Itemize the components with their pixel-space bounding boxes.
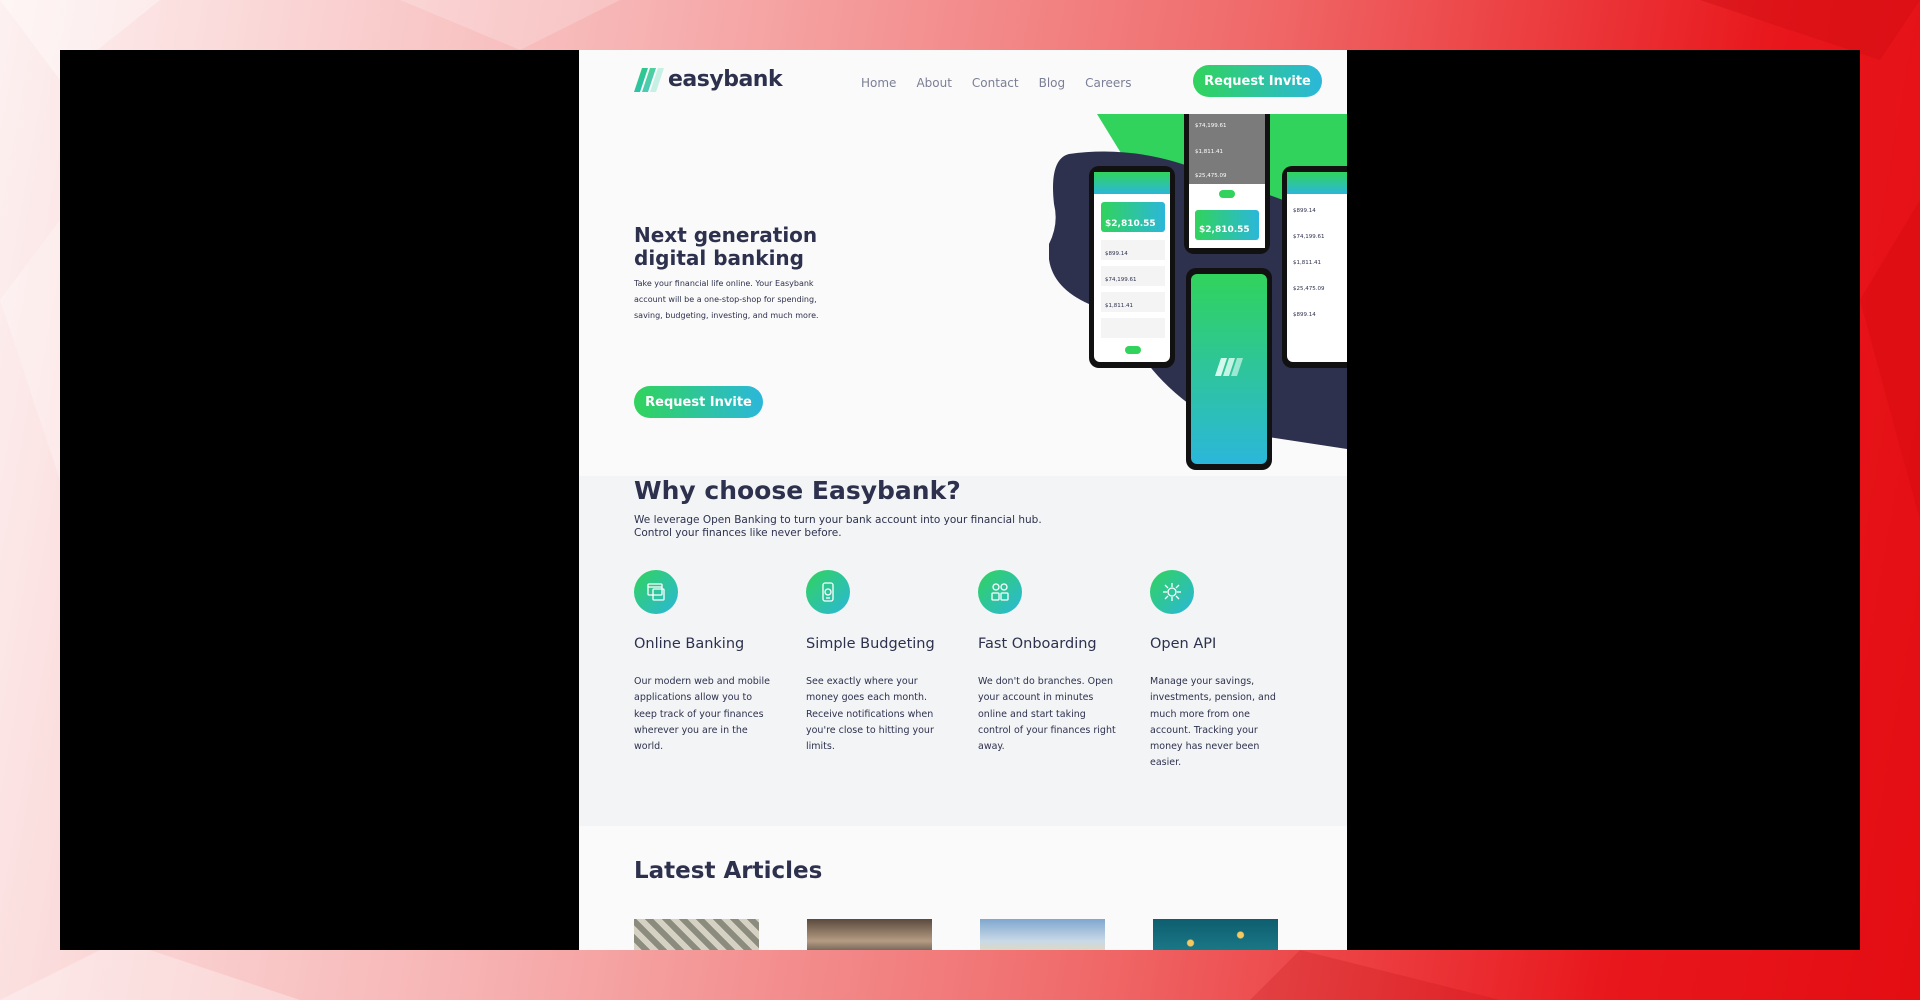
svg-text:$2,810.55: $2,810.55 — [1105, 219, 1156, 229]
hero-section: Next generation digital banking Take you… — [579, 114, 1347, 526]
svg-text:$74,199.61: $74,199.61 — [1105, 277, 1137, 283]
svg-text:$25,475.09: $25,475.09 — [1195, 173, 1227, 179]
logo-icon — [634, 67, 664, 92]
feature-simple-budgeting: Simple Budgeting See exactly where your … — [806, 570, 946, 755]
svg-text:$74,199.61: $74,199.61 — [1195, 123, 1227, 129]
feature-online-banking: Online Banking Our modern web and mobile… — [634, 570, 774, 755]
why-title: Why choose Easybank? — [634, 476, 961, 505]
api-icon — [1150, 570, 1194, 614]
svg-text:$74,199.61: $74,199.61 — [1293, 234, 1325, 240]
feature-fast-onboarding: Fast Onboarding We don't do branches. Op… — [978, 570, 1118, 755]
feature-title: Simple Budgeting — [806, 636, 935, 652]
feature-title: Fast Onboarding — [978, 636, 1097, 652]
svg-text:$1,811.41: $1,811.41 — [1105, 303, 1133, 309]
svg-text:$1,811.41: $1,811.41 — [1293, 260, 1321, 266]
browser-frame: easybank Home About Contact Blog Careers… — [60, 50, 1860, 950]
budgeting-icon — [806, 570, 850, 614]
feature-text: See exactly where your money goes each m… — [806, 676, 934, 753]
why-section: Why choose Easybank? We leverage Open Ba… — [579, 476, 1347, 826]
svg-text:$25,475.09: $25,475.09 — [1293, 286, 1325, 292]
header-request-invite-button[interactable]: Request Invite — [1193, 65, 1322, 97]
logo-text: easybank — [668, 67, 783, 92]
feature-text: Manage your savings, investments, pensio… — [1150, 676, 1276, 769]
articles-section: Latest Articles — [579, 826, 1347, 950]
nav-careers[interactable]: Careers — [1085, 76, 1131, 90]
phone-right: $899.14 $74,199.61 $1,811.41 $25,475.09 … — [1282, 166, 1347, 368]
svg-text:$1,811.41: $1,811.41 — [1195, 149, 1223, 155]
why-subtitle: We leverage Open Banking to turn your ba… — [634, 514, 1042, 539]
svg-text:$899.14: $899.14 — [1293, 312, 1316, 318]
nav-home[interactable]: Home — [861, 76, 896, 90]
feature-title: Open API — [1150, 636, 1217, 652]
hero-request-invite-button[interactable]: Request Invite — [634, 386, 763, 418]
articles-title: Latest Articles — [634, 858, 823, 884]
feature-title: Online Banking — [634, 636, 745, 652]
article-image-confetti[interactable] — [1153, 919, 1278, 950]
phone-mockups-illustration: $2,810.55 $899.14 $74,199.61 $1,811.41 $… — [1049, 114, 1347, 470]
feature-text: We don't do branches. Open your account … — [978, 676, 1116, 753]
svg-text:$899.14: $899.14 — [1105, 251, 1128, 257]
article-image-plane[interactable] — [980, 919, 1105, 950]
svg-text:$2,810.55: $2,810.55 — [1199, 225, 1250, 235]
article-image-restaurant[interactable] — [807, 919, 932, 950]
logo[interactable]: easybank — [634, 67, 783, 92]
hero-title: Next generation digital banking — [634, 223, 818, 270]
article-image-money[interactable] — [634, 919, 759, 950]
feature-text: Our modern web and mobile applications a… — [634, 676, 770, 753]
phone-center — [1186, 268, 1272, 470]
phone-left: $2,810.55 $899.14 $74,199.61 $1,811.41 — [1089, 166, 1175, 368]
landing-page: easybank Home About Contact Blog Careers… — [579, 50, 1347, 950]
main-nav: Home About Contact Blog Careers — [861, 76, 1132, 90]
nav-about[interactable]: About — [916, 76, 951, 90]
feature-open-api: Open API Manage your savings, investment… — [1150, 570, 1290, 772]
hero-text: Take your financial life online. Your Ea… — [634, 279, 819, 320]
nav-blog[interactable]: Blog — [1039, 76, 1066, 90]
online-banking-icon — [634, 570, 678, 614]
onboarding-icon — [978, 570, 1022, 614]
svg-text:$899.14: $899.14 — [1293, 208, 1316, 214]
site-header: easybank Home About Contact Blog Careers… — [579, 50, 1347, 114]
nav-contact[interactable]: Contact — [972, 76, 1019, 90]
phone-top-center: $74,199.61 $1,811.41 $25,475.09 $2,810.5… — [1184, 114, 1270, 254]
